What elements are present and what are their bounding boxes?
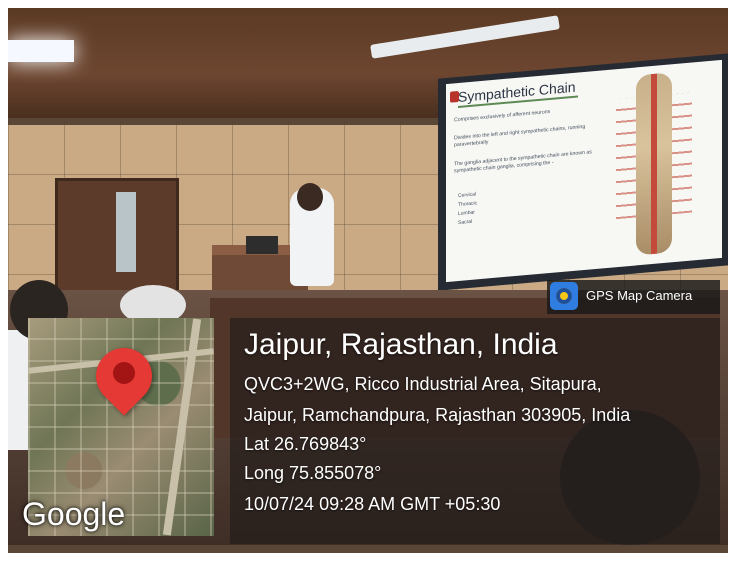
ceiling-light [8, 40, 74, 62]
latitude: Lat 26.769843° [244, 434, 367, 454]
camera-lens-icon [556, 288, 572, 304]
address-line-1: QVC3+2WG, Ricco Industrial Area, Sitapur… [244, 374, 602, 394]
google-logo: Google [22, 496, 126, 532]
map-pin-center [113, 362, 135, 384]
slide-bullet-2: Divides into the left and right sympathe… [454, 123, 586, 148]
slide-bullet-3: The ganglia adjacent to the sympathetic … [454, 149, 592, 174]
speaker-head [297, 183, 323, 211]
slide-list-item: Lumbar [458, 209, 475, 218]
slide-bullet-1: Comprises exclusively of afferent neuron… [454, 108, 551, 124]
spinal-cord-illustration [651, 73, 657, 255]
presentation-slide: Sympathetic Chain Comprises exclusively … [446, 59, 722, 283]
address-line-2: Jaipur, Ramchandpura, Rajasthan 303905, … [244, 405, 631, 425]
laptop [246, 236, 278, 254]
slide-list-item: Thoracic [458, 200, 478, 209]
location-title: Jaipur, Rajasthan, India [244, 328, 558, 361]
longitude: Long 75.855078° [244, 463, 382, 483]
slide-list-item: Cervical [458, 191, 477, 200]
timestamp: 10/07/24 09:28 AM GMT +05:30 [244, 494, 501, 514]
app-name: GPS Map Camera [586, 288, 693, 303]
slide-list-item: Sacral [458, 218, 473, 227]
door-window [116, 192, 136, 272]
